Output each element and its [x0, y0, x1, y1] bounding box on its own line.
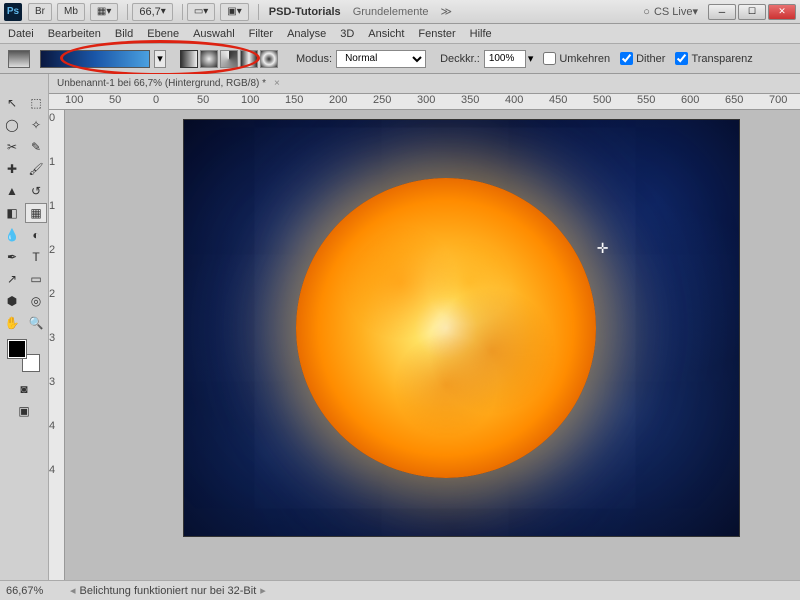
marquee-tool-icon[interactable]: ⬚ — [25, 93, 47, 113]
workspace-active[interactable]: PSD-Tutorials — [269, 6, 341, 18]
toolbox: ↖⬚ ◯✧ ✂✎ ✚🖌 ▲↺ ◧▦ 💧◐ ✒T ↗▭ ⬢◎ ✋🔍 ◙ ▣ — [0, 74, 49, 580]
document-title: Unbenannt-1 bei 66,7% (Hintergrund, RGB/… — [57, 78, 266, 89]
eraser-tool-icon[interactable]: ◧ — [1, 203, 23, 223]
shape-tool-icon[interactable]: ▭ — [25, 269, 47, 289]
gradient-angle-icon[interactable] — [220, 50, 238, 68]
tool-preset-icon[interactable] — [8, 50, 30, 68]
ruler-horizontal: 1005005010015020025030035040045050055060… — [49, 94, 800, 110]
heal-tool-icon[interactable]: ✚ — [1, 159, 23, 179]
gradient-radial-icon[interactable] — [200, 50, 218, 68]
menu-datei[interactable]: Datei — [8, 28, 34, 40]
opacity-input[interactable] — [484, 50, 526, 68]
type-tool-icon[interactable]: T — [25, 247, 47, 267]
gradient-dropdown-icon[interactable]: ▾ — [154, 50, 166, 68]
color-swatches[interactable] — [8, 340, 40, 372]
mode-label: Modus: — [296, 53, 332, 65]
status-next-icon[interactable]: ▸ — [260, 584, 266, 597]
status-prev-icon[interactable]: ◂ — [70, 584, 76, 597]
canvas[interactable]: ✛ — [65, 110, 800, 580]
separator — [127, 4, 128, 20]
ruler-vertical: 011223344 — [49, 110, 65, 580]
transparency-checkbox[interactable]: Transparenz — [675, 52, 752, 65]
separator — [182, 4, 183, 20]
foreground-color-swatch[interactable] — [8, 340, 26, 358]
viewmode-button[interactable]: ▦▾ — [90, 3, 118, 21]
separator — [258, 4, 259, 20]
move-tool-icon[interactable]: ↖ — [1, 93, 23, 113]
status-message: Belichtung funktioniert nur bei 32-Bit — [80, 585, 257, 597]
mode-select[interactable]: Normal — [336, 50, 426, 68]
menu-hilfe[interactable]: Hilfe — [470, 28, 492, 40]
path-tool-icon[interactable]: ↗ — [1, 269, 23, 289]
cslive-button[interactable]: CS Live ▾ — [643, 5, 698, 18]
stamp-tool-icon[interactable]: ▲ — [1, 181, 23, 201]
arrange-button[interactable]: ▭▾ — [187, 3, 215, 21]
zoom-tool-icon[interactable]: 🔍 — [25, 313, 47, 333]
app-logo-icon: Ps — [4, 3, 22, 21]
pen-tool-icon[interactable]: ✒ — [1, 247, 23, 267]
gradient-diamond-icon[interactable] — [260, 50, 278, 68]
menu-3d[interactable]: 3D — [340, 28, 354, 40]
lasso-tool-icon[interactable]: ◯ — [1, 115, 23, 135]
gradient-tool-icon[interactable]: ▦ — [25, 203, 47, 223]
menu-fenster[interactable]: Fenster — [418, 28, 455, 40]
3dcam-tool-icon[interactable]: ◎ — [25, 291, 47, 311]
title-bar: Ps Br Mb ▦▾ 66,7 ▾ ▭▾ ▣▾ PSD-Tutorials G… — [0, 0, 800, 24]
menu-ansicht[interactable]: Ansicht — [368, 28, 404, 40]
minibridge-button[interactable]: Mb — [57, 3, 85, 21]
menu-filter[interactable]: Filter — [249, 28, 273, 40]
gradient-linear-icon[interactable] — [180, 50, 198, 68]
document-image: ✛ — [184, 120, 739, 536]
reverse-checkbox[interactable]: Umkehren — [543, 52, 610, 65]
menu-auswahl[interactable]: Auswahl — [193, 28, 235, 40]
document-tab[interactable]: Unbenannt-1 bei 66,7% (Hintergrund, RGB/… — [49, 74, 800, 94]
eyedropper-tool-icon[interactable]: ✎ — [25, 137, 47, 157]
gradient-reflected-icon[interactable] — [240, 50, 258, 68]
3d-tool-icon[interactable]: ⬢ — [1, 291, 23, 311]
screenmode-icon[interactable]: ▣ — [13, 401, 35, 421]
tab-close-icon[interactable]: × — [274, 78, 280, 89]
menu-bar: Datei Bearbeiten Bild Ebene Auswahl Filt… — [0, 24, 800, 44]
status-bar: 66,67% ◂ Belichtung funktioniert nur bei… — [0, 580, 800, 600]
sun-graphic — [296, 178, 596, 478]
workspace-other[interactable]: Grundelemente — [353, 6, 429, 18]
screenmode-button[interactable]: ▣▾ — [220, 3, 248, 21]
crop-tool-icon[interactable]: ✂ — [1, 137, 23, 157]
menu-bearbeiten[interactable]: Bearbeiten — [48, 28, 101, 40]
dodge-tool-icon[interactable]: ◐ — [25, 225, 47, 245]
opacity-dropdown-icon[interactable]: ▾ — [528, 52, 534, 65]
blur-tool-icon[interactable]: 💧 — [1, 225, 23, 245]
crosshair-cursor-icon: ✛ — [597, 240, 609, 257]
quickmask-icon[interactable]: ◙ — [13, 379, 35, 399]
menu-analyse[interactable]: Analyse — [287, 28, 326, 40]
opacity-label: Deckkr.: — [440, 53, 480, 65]
history-brush-icon[interactable]: ↺ — [25, 181, 47, 201]
menu-ebene[interactable]: Ebene — [147, 28, 179, 40]
dither-checkbox[interactable]: Dither — [620, 52, 665, 65]
window-minimize-button[interactable]: ─ — [708, 4, 736, 20]
status-zoom[interactable]: 66,67% — [6, 585, 66, 597]
zoom-level-dropdown[interactable]: 66,7 ▾ — [132, 3, 172, 21]
hand-tool-icon[interactable]: ✋ — [1, 313, 23, 333]
gradient-picker[interactable] — [40, 50, 150, 68]
options-bar: ▾ Modus: Normal Deckkr.: ▾ Umkehren Dith… — [0, 44, 800, 74]
menu-bild[interactable]: Bild — [115, 28, 133, 40]
window-close-button[interactable]: ✕ — [768, 4, 796, 20]
brush-tool-icon[interactable]: 🖌 — [25, 159, 47, 179]
bridge-button[interactable]: Br — [28, 3, 52, 21]
wand-tool-icon[interactable]: ✧ — [25, 115, 47, 135]
document-area: Unbenannt-1 bei 66,7% (Hintergrund, RGB/… — [49, 74, 800, 580]
window-maximize-button[interactable]: ☐ — [738, 4, 766, 20]
workspace-more-icon[interactable]: ≫ — [441, 5, 453, 18]
